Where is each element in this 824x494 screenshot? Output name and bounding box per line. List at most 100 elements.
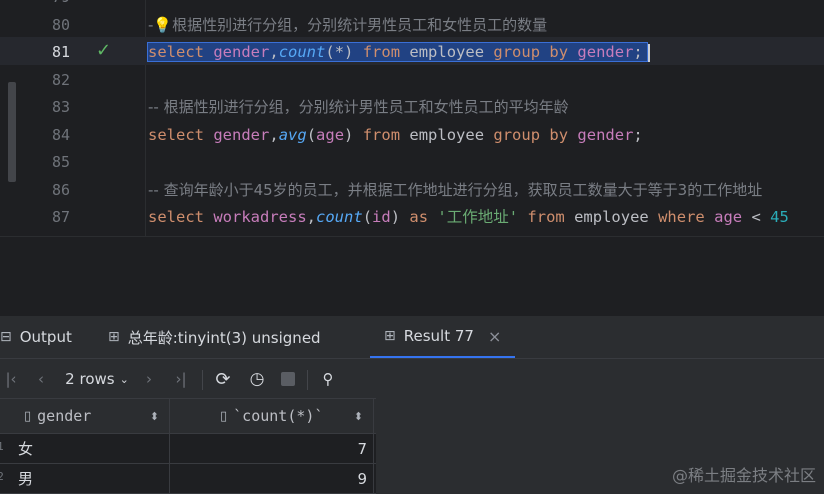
line-number: 86: [51, 180, 70, 199]
chevron-down-icon: ⌄: [119, 372, 129, 386]
keyword: from: [527, 208, 565, 226]
punct: ): [390, 208, 401, 226]
code-line[interactable]: 84 select gender,avg(age) from employee …: [0, 120, 824, 148]
watermark: @稀土掘金技术社区: [671, 466, 816, 485]
code-line[interactable]: 86 -- 查询年龄小于45岁的员工，并根据工作地址进行分组，获取员工数量大于等…: [0, 175, 824, 203]
identifier: gender: [213, 125, 270, 144]
cell-count[interactable]: 9: [170, 464, 374, 493]
table-icon: ⊞: [384, 328, 396, 344]
code-line-current[interactable]: 81 ✓ select gender,count(*) from employe…: [0, 37, 824, 65]
comment-text: -- 根据性别进行分组，分别统计男性员工和女性员工的平均年龄: [148, 98, 569, 116]
result-grid: ▯ gender ⬍ ▯ `count(*)` ⬍ 1 女 7 2 男 9: [0, 398, 376, 494]
code-line[interactable]: 83 -- 根据性别进行分组，分别统计男性员工和女性员工的平均年龄: [0, 92, 824, 120]
code-line[interactable]: 79: [0, 0, 824, 10]
tab-label: 总年龄:tinyint(3) unsigned: [127, 328, 321, 347]
selected-statement[interactable]: select gender,count(*) from employee gro…: [147, 42, 648, 62]
line-number: 87: [51, 208, 70, 226]
keyword: as: [409, 208, 429, 226]
tab-label: Output: [19, 328, 72, 346]
table-name: employee: [574, 208, 649, 226]
comment-body: 根据性别进行分组，分别统计男性员工和女性员工的数量: [172, 15, 548, 34]
first-page-icon[interactable]: |‹: [2, 368, 20, 390]
punct: ,: [269, 43, 279, 61]
table-name: employee: [409, 125, 485, 144]
keyword: select: [148, 43, 204, 61]
close-icon[interactable]: ×: [488, 327, 501, 346]
line-number: 84: [51, 125, 70, 144]
punct: ,: [306, 208, 317, 226]
keyword: by: [549, 125, 569, 144]
lightbulb-icon[interactable]: 💡: [153, 16, 172, 34]
identifier: workadress: [213, 208, 307, 226]
tab-label: Result 77: [403, 327, 474, 345]
punct: ;: [633, 43, 643, 61]
code-line[interactable]: 85: [0, 147, 824, 175]
code-line[interactable]: 87 select workadress,count(id) as '工作地址'…: [0, 202, 824, 230]
stop-icon[interactable]: [279, 368, 297, 390]
column-label: gender: [37, 407, 92, 425]
rows-label: 2 rows: [65, 370, 115, 388]
output-icon: ⊟: [0, 329, 12, 345]
punct: ,: [269, 125, 279, 144]
line-number: 85: [51, 153, 70, 171]
toolbar-separator: [202, 370, 203, 390]
keyword: select: [148, 125, 204, 144]
tab-output[interactable]: ⊟ Output: [0, 316, 72, 358]
line-number: 81: [51, 43, 70, 61]
grid-header: ▯ gender ⬍ ▯ `count(*)` ⬍: [0, 398, 376, 434]
identifier: id: [372, 208, 391, 226]
prev-page-icon[interactable]: ‹: [32, 368, 50, 390]
punct: (: [362, 208, 373, 226]
punct: ): [344, 125, 354, 144]
comment-text-80: -💡根据性别进行分组，分别统计男性员工和女性员工的数量: [148, 16, 547, 34]
keyword: by: [549, 43, 569, 61]
next-page-icon[interactable]: ›: [140, 368, 158, 390]
history-icon[interactable]: ◷: [246, 368, 268, 390]
code-editor[interactable]: 79 80 -💡根据性别进行分组，分别统计男性员工和女性员工的数量 81 ✓ s…: [0, 0, 824, 236]
cell-gender[interactable]: 男: [0, 464, 170, 493]
cell-count[interactable]: 7: [170, 434, 374, 463]
line-number: 83: [51, 98, 70, 116]
identifier: gender: [577, 43, 634, 61]
refresh-icon[interactable]: ⟳: [212, 368, 234, 390]
tab-column-info[interactable]: ⊞ 总年龄:tinyint(3) unsigned: [108, 316, 321, 358]
column-header-gender[interactable]: ▯ gender ⬍: [0, 399, 170, 433]
pin-icon[interactable]: ⚲: [318, 368, 338, 390]
panel-tabs: ⊟ Output ⊞ 总年龄:tinyint(3) unsigned ⊞ Res…: [0, 316, 824, 359]
function: count: [316, 208, 363, 226]
string-literal: '工作地址': [437, 208, 519, 226]
identifier: gender: [577, 125, 634, 144]
check-icon: ✓: [96, 40, 112, 61]
punct: (: [306, 125, 317, 144]
table-row[interactable]: 1 女 7: [0, 434, 376, 464]
editor-bottom-area: [0, 236, 824, 317]
keyword: group: [493, 43, 541, 61]
services-panel: ⊟ Output ⊞ 总年龄:tinyint(3) unsigned ⊞ Res…: [0, 316, 824, 494]
args: (*): [325, 43, 354, 61]
column-icon: ▯: [24, 408, 32, 424]
sort-icon[interactable]: ⬍: [354, 410, 363, 423]
operator: <: [751, 208, 761, 226]
rows-dropdown[interactable]: 2 rows ⌄: [62, 368, 132, 390]
identifier: age: [316, 125, 345, 144]
table-row[interactable]: 2 男 9: [0, 464, 376, 494]
tab-result[interactable]: ⊞ Result 77 ×: [370, 316, 516, 358]
code-lines: 79 80 -💡根据性别进行分组，分别统计男性员工和女性员工的数量 81 ✓ s…: [0, 0, 824, 230]
column-label: `count(*)`: [233, 407, 324, 425]
line-number: 82: [51, 70, 70, 89]
keyword: from: [362, 125, 401, 144]
punct: ;: [633, 125, 643, 144]
keyword: where: [658, 208, 705, 226]
sort-icon[interactable]: ⬍: [150, 410, 159, 423]
table-name: employee: [409, 43, 485, 61]
identifier: age: [714, 208, 743, 226]
table-icon: ⊞: [108, 329, 120, 345]
last-page-icon[interactable]: ›|: [170, 368, 192, 390]
column-header-count[interactable]: ▯ `count(*)` ⬍: [170, 399, 374, 433]
keyword: from: [362, 43, 401, 61]
code-line[interactable]: 82: [0, 65, 824, 93]
code-line[interactable]: 80 -💡根据性别进行分组，分别统计男性员工和女性员工的数量: [0, 10, 824, 38]
comment-text: -- 查询年龄小于45岁的员工，并根据工作地址进行分组，获取员工数量大于等于3的…: [148, 180, 763, 199]
cell-gender[interactable]: 女: [0, 434, 170, 463]
toolbar-separator: [307, 370, 308, 390]
